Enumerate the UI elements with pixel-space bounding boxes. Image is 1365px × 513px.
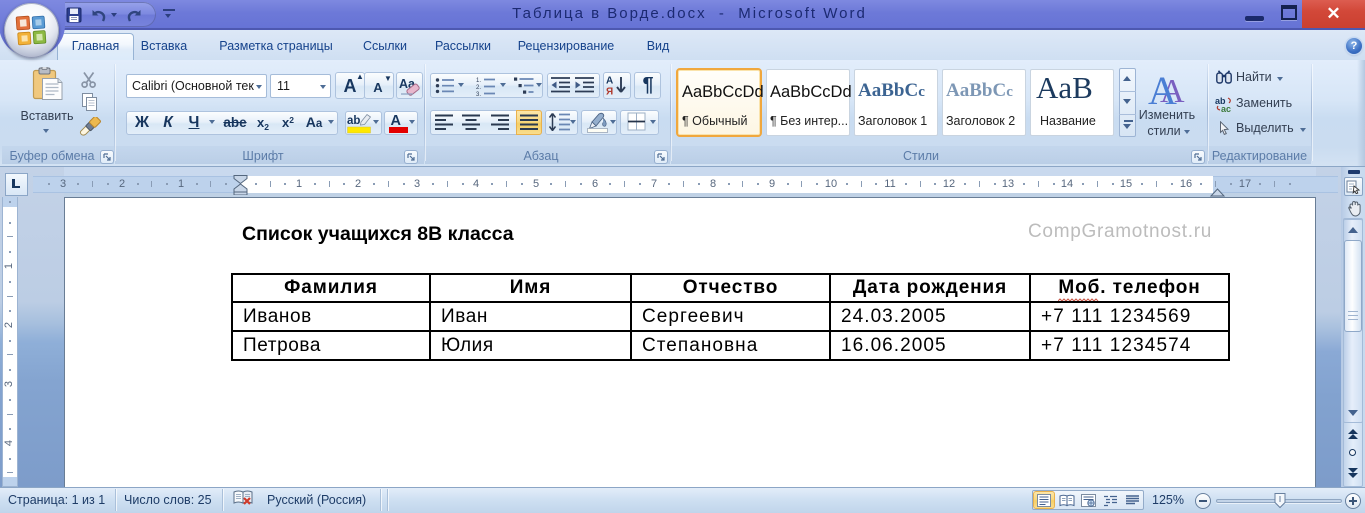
svg-text:2.: 2. [476, 85, 481, 91]
svg-text:Я: Я [606, 87, 613, 98]
svg-text:1.: 1. [476, 78, 481, 84]
svg-text:А: А [606, 76, 613, 87]
svg-text:ac: ac [1221, 104, 1231, 113]
svg-text:А: А [391, 113, 402, 129]
svg-text:3.: 3. [476, 92, 481, 96]
svg-text:ab: ab [347, 115, 360, 127]
svg-text:A: A [1148, 68, 1177, 106]
